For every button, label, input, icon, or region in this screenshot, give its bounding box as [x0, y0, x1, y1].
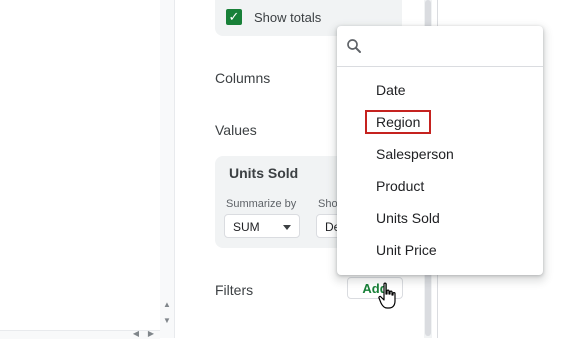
dropdown-item-unit-price[interactable]: Unit Price [376, 242, 437, 258]
scroll-down-arrow-icon[interactable]: ▼ [160, 314, 174, 328]
scroll-up-arrow-icon[interactable]: ▲ [160, 298, 174, 312]
summarize-by-value: SUM [233, 220, 260, 234]
values-heading: Values [215, 122, 257, 138]
dropdown-item-product[interactable]: Product [376, 178, 424, 194]
summarize-by-label: Summarize by [226, 198, 297, 210]
scroll-left-arrow-icon[interactable]: ◀ [130, 329, 142, 338]
search-icon [347, 39, 361, 53]
dropdown-item-units-sold[interactable]: Units Sold [376, 210, 440, 226]
value-field-title: Units Sold [229, 165, 299, 181]
show-as-label: Sho [318, 198, 338, 210]
checkbox-checked-icon[interactable]: ✓ [226, 9, 242, 25]
dropdown-search-input[interactable] [373, 34, 537, 58]
show-totals-label: Show totals [254, 10, 322, 25]
scroll-right-arrow-icon[interactable]: ▶ [145, 329, 157, 338]
dropdown-item-salesperson[interactable]: Salesperson [376, 146, 454, 162]
dropdown-item-date[interactable]: Date [376, 82, 406, 98]
dropdown-search-bar[interactable] [337, 26, 543, 67]
hand-pointer-icon [378, 282, 396, 309]
columns-heading: Columns [215, 70, 271, 86]
field-dropdown: Date Region Salesperson Product Units So… [337, 26, 543, 275]
filters-heading: Filters [215, 282, 254, 298]
summarize-by-select[interactable]: SUM [224, 214, 300, 238]
chevron-down-icon [283, 225, 291, 230]
vertical-scrollbar[interactable] [160, 0, 175, 338]
spreadsheet-grid [0, 0, 161, 338]
highlight-box [365, 110, 431, 134]
